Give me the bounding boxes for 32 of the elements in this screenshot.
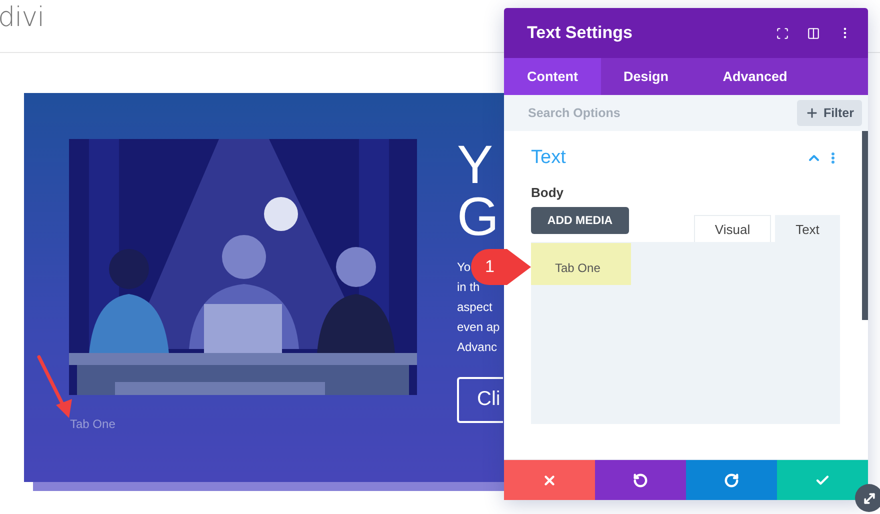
editor-tab[interactable]: Text: [775, 215, 840, 242]
fullscreen-icon[interactable]: [776, 26, 789, 40]
editor-tab[interactable]: Visual: [694, 215, 771, 242]
resize-handle[interactable]: [855, 484, 880, 512]
text-editor[interactable]: Tab One: [531, 242, 840, 424]
panel-tab[interactable]: Content: [504, 58, 601, 95]
field-label: Body: [531, 185, 564, 200]
discard-icon: [542, 472, 557, 488]
save-button[interactable]: [777, 460, 868, 500]
add-media-button[interactable]: ADD MEDIA: [531, 207, 629, 234]
panel-tab[interactable]: Advanced: [691, 58, 819, 95]
filter-button[interactable]: Filter: [797, 100, 862, 126]
hero-heading: Y: [457, 139, 494, 191]
search-bar[interactable]: Search Options Filter: [504, 95, 868, 131]
undo-button[interactable]: [595, 460, 686, 500]
redo-icon: [724, 472, 739, 488]
hero-text: even ap: [457, 319, 500, 336]
panel-tab[interactable]: Design: [601, 58, 691, 95]
logo[interactable]: divi: [0, 2, 44, 33]
highlighted-text: Tab One: [531, 243, 631, 285]
hero-heading: G: [457, 191, 500, 243]
caption-text: Tab One: [70, 417, 116, 431]
check-icon: [815, 472, 830, 488]
hero-text: Yo: [457, 259, 471, 276]
columns-icon[interactable]: [807, 26, 820, 40]
plus-icon: [805, 106, 820, 120]
redo-button[interactable]: [686, 460, 777, 500]
hero-text: Advanc: [457, 339, 498, 356]
search-field[interactable]: Search Options: [526, 105, 798, 121]
panel-title: Text Settings: [527, 23, 634, 43]
undo-icon: [633, 472, 648, 488]
hero-text: aspect: [457, 299, 492, 316]
